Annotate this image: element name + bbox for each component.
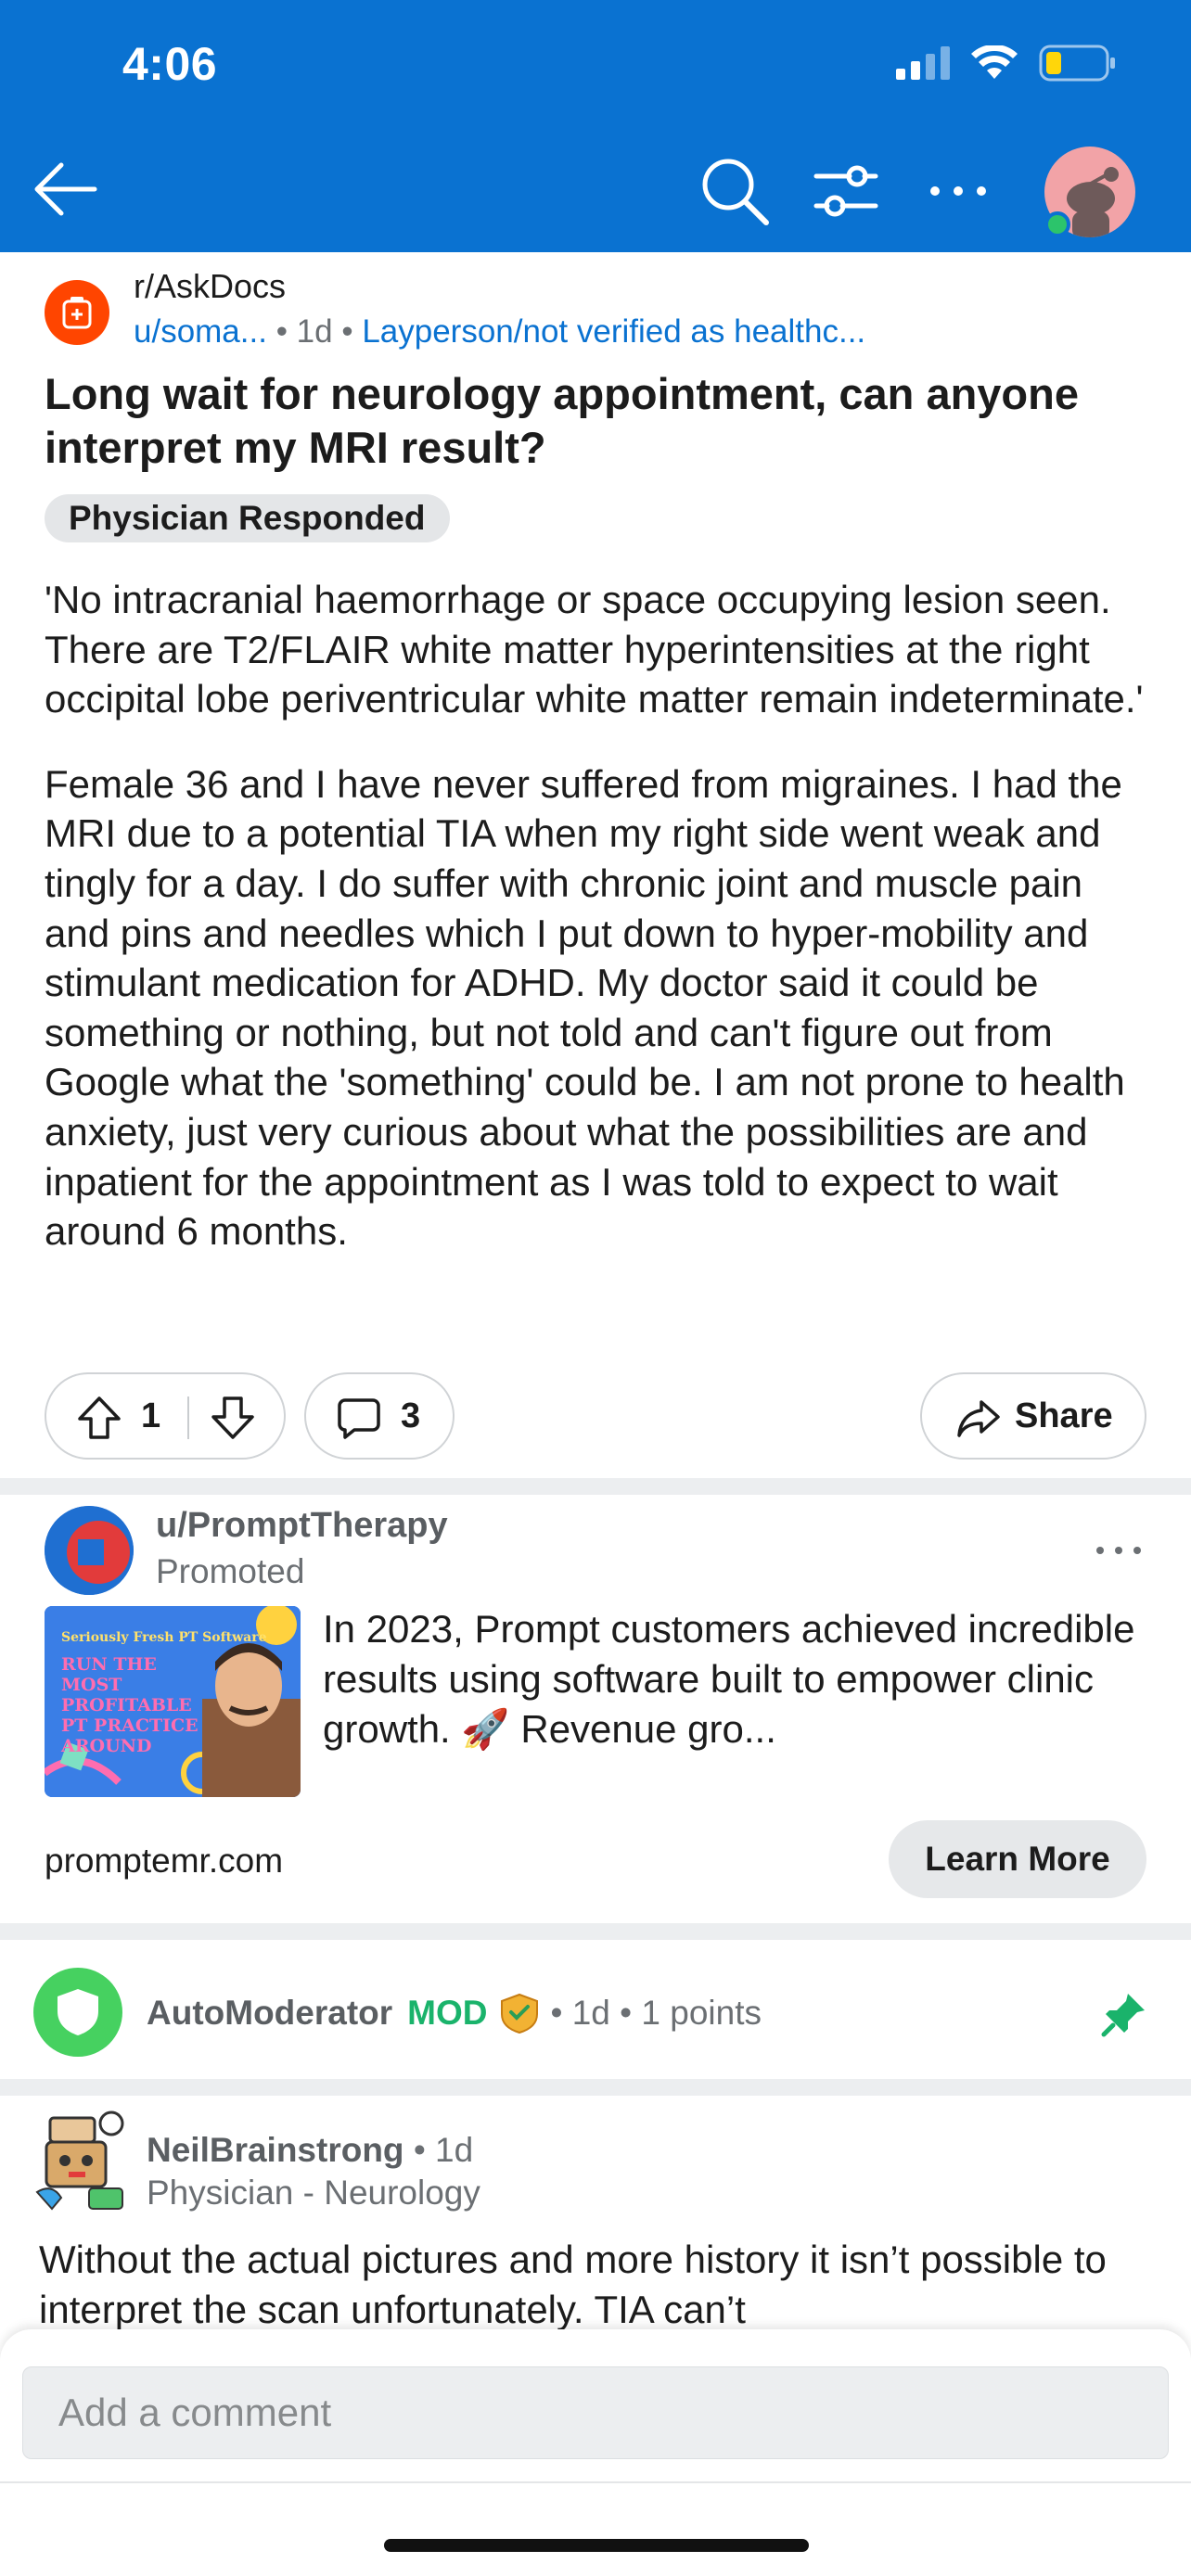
- app-header: 4:06: [0, 0, 1191, 252]
- status-time: 4:06: [122, 38, 218, 90]
- automod-header: AutoModerator MOD • 1d • 1 points: [147, 1992, 762, 2034]
- advertiser-name[interactable]: u/PromptTherapy: [156, 1506, 448, 1546]
- signal-icon: [896, 46, 950, 80]
- ad-text[interactable]: In 2023, Prompt customers achieved incre…: [323, 1604, 1139, 1754]
- comment-header: NeilBrainstrong • 1d: [147, 2131, 473, 2170]
- medkit-icon: [62, 297, 92, 329]
- ad-more-options-icon[interactable]: [1091, 1532, 1146, 1569]
- online-status-dot: [1044, 211, 1070, 237]
- subreddit-name[interactable]: r/AskDocs: [134, 267, 286, 306]
- meta-separator: •: [332, 313, 363, 350]
- post-title: Long wait for neurology appointment, can…: [45, 369, 1079, 472]
- comment-count: 3: [401, 1396, 421, 1435]
- search-icon[interactable]: [698, 154, 772, 228]
- share-arrow-icon: [957, 1400, 1000, 1437]
- automod-name[interactable]: AutoModerator: [147, 1994, 392, 2033]
- status-icons: [896, 45, 1117, 82]
- back-arrow-icon[interactable]: [32, 156, 98, 223]
- wifi-icon: [971, 45, 1018, 79]
- author-flair: Layperson/not verified as healthc...: [362, 313, 866, 350]
- ad-image-headline: RUN THE MOST PROFITABLE PT PRACTICE AROU…: [61, 1654, 198, 1756]
- vote-control: 1: [45, 1372, 286, 1460]
- promoted-label: Promoted: [156, 1552, 305, 1590]
- section-divider: [0, 2079, 1191, 2096]
- section-divider: [0, 1923, 1191, 1940]
- shield-icon: [58, 1989, 98, 2035]
- subreddit-icon[interactable]: [45, 280, 109, 345]
- share-button[interactable]: Share: [920, 1372, 1146, 1460]
- post-body: 'No intracranial haemorrhage or space oc…: [45, 575, 1158, 1292]
- mod-badge-icon: [501, 1993, 539, 2034]
- composer-divider: [0, 2481, 1191, 2483]
- upvote-icon[interactable]: [76, 1395, 122, 1441]
- neil-avatar-icon[interactable]: [33, 2105, 130, 2213]
- comment-text: Without the actual pictures and more his…: [39, 2238, 1107, 2331]
- battery-icon: [1039, 45, 1115, 82]
- comment-bubble-icon: [338, 1398, 380, 1439]
- advertiser-avatar[interactable]: [45, 1506, 134, 1595]
- post-flair-badge[interactable]: Physician Responded: [45, 494, 450, 542]
- post-author[interactable]: u/soma...: [134, 313, 267, 350]
- more-options-icon[interactable]: [926, 163, 991, 219]
- ad-domain[interactable]: promptemr.com: [45, 1842, 283, 1881]
- post-body-paragraph: 'No intracranial haemorrhage or space oc…: [45, 578, 1144, 721]
- filter-icon[interactable]: [813, 158, 879, 224]
- comment-time: • 1d: [403, 2131, 474, 2169]
- share-label: Share: [1015, 1396, 1113, 1435]
- comment-composer: [0, 2329, 1191, 2576]
- post-meta: u/soma... • 1d • Layperson/not verified …: [134, 313, 865, 351]
- section-divider: [0, 1478, 1191, 1495]
- post-time: 1d: [296, 313, 333, 350]
- post-body-paragraph: Female 36 and I have never suffered from…: [45, 761, 1125, 1254]
- add-comment-input[interactable]: [22, 2366, 1169, 2459]
- comments-button[interactable]: 3: [304, 1372, 455, 1460]
- meta-separator: •: [275, 313, 297, 350]
- comment-author[interactable]: NeilBrainstrong: [147, 2131, 404, 2169]
- vote-divider: [187, 1396, 189, 1439]
- automod-avatar[interactable]: [33, 1968, 122, 2057]
- vote-count: 1: [141, 1396, 161, 1435]
- downvote-icon[interactable]: [210, 1395, 256, 1441]
- ad-image-tagline: Seriously Fresh PT Software: [61, 1630, 267, 1645]
- comment-author-flair: Physician - Neurology: [147, 2174, 480, 2212]
- home-indicator[interactable]: [384, 2539, 809, 2552]
- ad-image[interactable]: Seriously Fresh PT Software RUN THE MOST…: [45, 1606, 301, 1797]
- prompt-logo-icon: [45, 1506, 134, 1595]
- learn-more-button[interactable]: Learn More: [889, 1820, 1146, 1898]
- automod-meta: • 1d • 1 points: [550, 1994, 762, 2032]
- mod-tag: MOD: [407, 1994, 488, 2032]
- pin-icon: [1101, 1994, 1145, 2037]
